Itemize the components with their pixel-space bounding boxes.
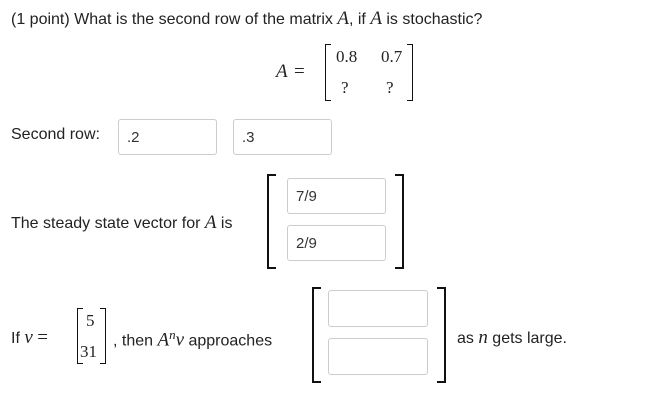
var-a: A bbox=[370, 8, 382, 29]
matrix-cell-2-1: ? bbox=[341, 78, 349, 97]
matrix-cell-1-1: 0.8 bbox=[336, 47, 358, 66]
gets-large-label: as n gets large. bbox=[457, 327, 567, 348]
matrix-cell-2-2: ? bbox=[386, 78, 394, 97]
steady-state-right-bracket bbox=[395, 174, 404, 269]
steady-state-entry-2[interactable] bbox=[287, 225, 386, 261]
var-n: n bbox=[478, 327, 488, 348]
vector-entry-1: 5 bbox=[86, 311, 95, 330]
limit-entry-1[interactable] bbox=[328, 290, 428, 327]
matrix-right-bracket bbox=[407, 44, 413, 101]
if-label: If v = bbox=[11, 327, 48, 348]
steady-state-entry-1[interactable] bbox=[287, 178, 386, 214]
then-label: , then Anv approaches bbox=[113, 327, 273, 351]
var-a: A bbox=[157, 329, 170, 351]
limit-entry-2[interactable] bbox=[328, 338, 428, 375]
steady-state-left-bracket bbox=[267, 174, 276, 269]
limit-right-bracket bbox=[437, 287, 446, 383]
steady-state-label: The steady state vector for A is bbox=[11, 212, 233, 233]
vector-right-bracket bbox=[100, 308, 106, 364]
question-text: (1 point) What is the second row of the … bbox=[11, 8, 483, 29]
vector-entry-2: 31 bbox=[80, 342, 97, 361]
var-a: A bbox=[337, 8, 349, 29]
var-a: A bbox=[204, 212, 217, 233]
matrix-left-bracket bbox=[325, 44, 331, 101]
var-v: v bbox=[24, 327, 33, 348]
limit-left-bracket bbox=[312, 287, 321, 383]
matrix-cell-1-2: 0.7 bbox=[381, 47, 403, 66]
matrix-lhs: A = bbox=[276, 61, 305, 82]
second-row-label: Second row: bbox=[11, 126, 100, 143]
second-row-entry-2[interactable] bbox=[233, 119, 332, 155]
var-v: v bbox=[175, 329, 185, 351]
second-row-entry-1[interactable] bbox=[118, 119, 217, 155]
